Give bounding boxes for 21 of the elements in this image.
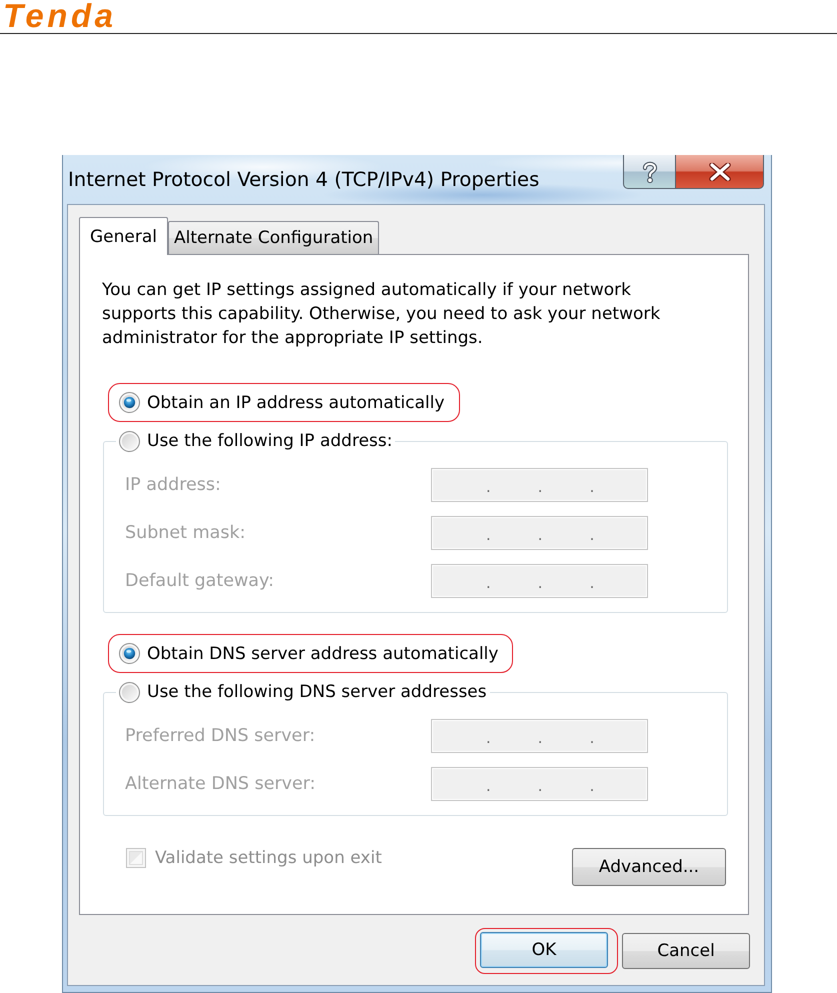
field-label: IP address:: [125, 475, 222, 495]
field-label: Preferred DNS server:: [125, 726, 316, 746]
dialog-button[interactable]: OK: [480, 932, 608, 968]
radio-option[interactable]: Obtain an IP address automatically: [119, 392, 445, 413]
advanced-button[interactable]: Advanced...: [572, 848, 726, 886]
radio-option[interactable]: Use the following IP address:: [119, 430, 392, 452]
dialog-button[interactable]: Cancel: [622, 933, 750, 969]
radio-option[interactable]: Use the following DNS server addresses: [119, 682, 487, 702]
description-text: You can get IP settings assigned automatically if your network supports this capability. Otherwise, you need to ask your network administrator for the appropriate IP settings.: [102, 279, 662, 350]
close-button[interactable]: [676, 155, 764, 189]
field-label: Default gateway:: [125, 571, 275, 591]
help-button[interactable]: [623, 155, 676, 189]
logo: Tenda: [3, 0, 116, 31]
radio-option[interactable]: Obtain DNS server address automatically: [119, 643, 498, 664]
close-icon: [708, 162, 730, 180]
tab[interactable]: Alternate Configuration: [168, 221, 380, 254]
tab[interactable]: General: [79, 217, 168, 255]
window-title: Internet Protocol Version 4 (TCP/IPv4) Properties: [67, 168, 540, 191]
help-icon: [642, 160, 658, 182]
field-label: Subnet mask:: [125, 523, 247, 543]
field-label: Alternate DNS server:: [125, 774, 317, 794]
